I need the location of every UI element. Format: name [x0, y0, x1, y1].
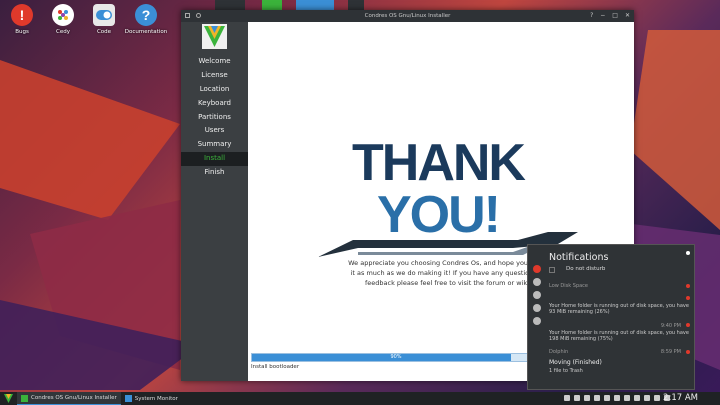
window-titlebar[interactable]: Condres OS Gnu/Linux Installer ? − □ ✕: [181, 10, 634, 22]
desktop-icon-code[interactable]: Code: [82, 4, 126, 35]
notification-time: 9:40 PM: [660, 323, 681, 329]
window-title: Condres OS Gnu/Linux Installer: [364, 13, 451, 19]
do-not-disturb-label: Do not disturb: [566, 266, 606, 272]
progress-percent: 90%: [390, 354, 402, 360]
tray-icon[interactable]: [614, 395, 620, 401]
tray-icon[interactable]: [654, 395, 660, 401]
start-menu-button[interactable]: [0, 392, 17, 405]
nav-item-summary: Summary: [197, 140, 232, 149]
tray-icon[interactable]: [604, 395, 610, 401]
notification-title: Moving (Finished): [549, 359, 602, 366]
desktop-icon-label: Cedy: [56, 29, 70, 35]
close-icon[interactable]: ✕: [625, 12, 630, 19]
help-icon[interactable]: ?: [590, 12, 593, 19]
task-label: Condres OS Gnu/Linux Installer: [31, 395, 117, 401]
system-monitor-icon: [124, 395, 132, 402]
installer-task-icon: [21, 394, 28, 402]
notification-text: Your Home folder is running out of disk …: [549, 330, 689, 342]
nav-item-install: Install: [181, 152, 248, 167]
condres-logo-icon: [4, 394, 13, 403]
task-installer[interactable]: Condres OS Gnu/Linux Installer: [17, 392, 121, 405]
notification-item[interactable]: 9:40 PM Your Home folder is running out …: [549, 323, 691, 342]
notifications-side-toolbar: [531, 265, 543, 330]
desktop-icon-label: Documentation: [124, 29, 168, 35]
thank-you-message: We appreciate you choosing Condres Os, a…: [348, 259, 548, 287]
help-icon: ?: [135, 4, 157, 26]
desktop-icon-label: Bugs: [15, 29, 29, 35]
notification-text: Your Home folder is running out of disk …: [549, 303, 689, 315]
do-not-disturb-checkbox[interactable]: [549, 267, 555, 273]
task-label: System Monitor: [134, 395, 178, 402]
bug-alert-icon: !: [11, 4, 33, 26]
notification-app-icon[interactable]: [533, 265, 541, 273]
minimize-icon[interactable]: −: [600, 12, 605, 19]
window-thumbnail[interactable]: [262, 0, 282, 10]
task-system-monitor[interactable]: System Monitor: [121, 392, 182, 405]
toggle-switch-icon: [93, 4, 115, 26]
wallpaper-shape: [630, 30, 720, 230]
screen-icon[interactable]: [533, 291, 541, 299]
desktop-icon-label: Code: [96, 29, 112, 35]
notification-item[interactable]: Your Home folder is running out of disk …: [549, 296, 691, 315]
notification-item[interactable]: Low Disk Space: [549, 283, 691, 289]
wallpaper-shape: [0, 60, 180, 220]
clock-icon[interactable]: [533, 278, 541, 286]
nav-item-partitions: Partitions: [198, 112, 231, 121]
palette-icon: [52, 4, 74, 26]
clock[interactable]: 2:17 AM: [663, 393, 698, 403]
check-icon[interactable]: [533, 304, 541, 312]
pin-icon[interactable]: [196, 13, 201, 18]
tray-icon[interactable]: [574, 395, 580, 401]
window-thumbnail[interactable]: [348, 0, 364, 10]
nav-item-users: Users: [204, 126, 225, 135]
tray-icon[interactable]: [594, 395, 600, 401]
notifications-panel: Notifications Do not disturb Low Disk Sp…: [527, 244, 695, 390]
desktop-icon-bugs[interactable]: ! Bugs: [0, 4, 44, 35]
close-notification-icon[interactable]: [686, 284, 690, 288]
nav-item-location: Location: [199, 84, 230, 93]
notification-time: 8:59 PM: [660, 349, 681, 355]
nav-item-finish: Finish: [204, 168, 225, 177]
notifications-title: Notifications: [549, 252, 609, 263]
close-notification-icon[interactable]: [686, 296, 690, 300]
nav-item-license: License: [201, 70, 228, 79]
pin-icon[interactable]: [686, 251, 690, 255]
notification-text: 1 file to Trash: [549, 368, 583, 374]
tray-icon[interactable]: [624, 395, 630, 401]
system-tray: [564, 395, 670, 401]
thank-text: THANK: [352, 134, 526, 192]
install-progress-bar: 90%: [251, 353, 541, 362]
nav-item-keyboard: Keyboard: [198, 98, 231, 107]
close-notification-icon[interactable]: [686, 350, 690, 354]
notification-header: Dolphin: [549, 349, 569, 355]
maximize-icon[interactable]: □: [612, 12, 618, 19]
desktop-icon-documentation[interactable]: ? Documentation: [124, 4, 168, 35]
nav-item-welcome: Welcome: [198, 57, 231, 65]
installer-sidebar: Welcome License Location Keyboard Partit…: [181, 22, 248, 381]
desktop-icon-cedy[interactable]: Cedy: [41, 4, 85, 35]
condres-logo: [202, 24, 227, 49]
notification-item[interactable]: Dolphin 8:59 PM Moving (Finished) 1 file…: [549, 349, 691, 374]
tray-icon[interactable]: [564, 395, 570, 401]
notification-header: Low Disk Space: [549, 283, 589, 289]
window-thumbnail[interactable]: [215, 0, 245, 10]
tray-icon[interactable]: [644, 395, 650, 401]
thank-you-graphic: THANK YOU!: [318, 134, 578, 257]
window-menu-icon[interactable]: [185, 13, 190, 18]
tray-icon[interactable]: [634, 395, 640, 401]
you-text: YOU!: [377, 186, 499, 244]
window-thumbnail[interactable]: [296, 0, 334, 10]
install-status-text: Install bootloader: [251, 364, 300, 370]
tray-icon[interactable]: [584, 395, 590, 401]
network-icon[interactable]: [533, 317, 541, 325]
taskbar: Condres OS Gnu/Linux Installer System Mo…: [0, 392, 720, 405]
close-notification-icon[interactable]: [686, 323, 690, 327]
